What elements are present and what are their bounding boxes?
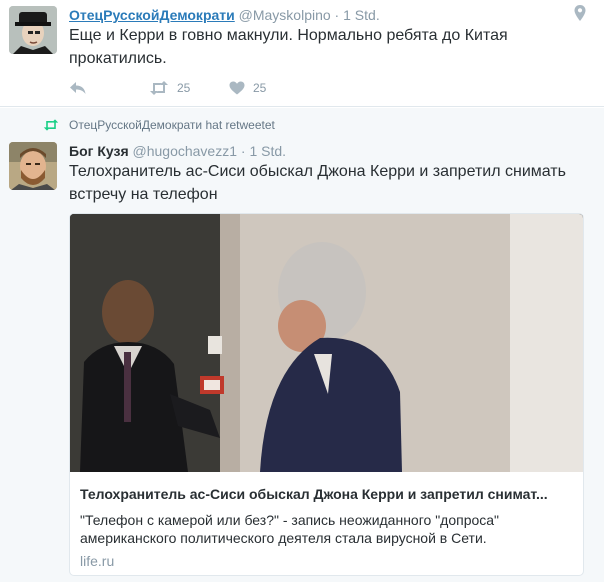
retweet-button[interactable]: 25 — [149, 81, 229, 95]
avatar[interactable] — [9, 6, 57, 54]
tweet-text: Телохранитель ас-Сиси обыскал Джона Керр… — [69, 160, 589, 206]
timestamp[interactable]: 1 Std. — [343, 7, 380, 23]
author-handle[interactable]: @hugochavezz1 — [133, 143, 238, 159]
card-photo — [70, 214, 583, 472]
avatar-image — [9, 142, 57, 190]
card-title[interactable]: Телохранитель ас-Сиси обыскал Джона Керр… — [80, 485, 575, 503]
tweet-text: Еще и Керри в говно макнули. Нормально р… — [69, 24, 589, 70]
separator: · — [330, 7, 344, 23]
reply-icon — [70, 82, 86, 94]
retweet-context-text[interactable]: ОтецРусскойДемократи hat retweetet — [69, 118, 275, 132]
tweet-text-line: Еще и Керри в говно макнули. Нормально р… — [69, 27, 508, 44]
card-description: "Телефон с камерой или без?" - запись не… — [80, 512, 500, 546]
author-name[interactable]: ОтецРусскойДемократи — [69, 7, 235, 23]
link-card[interactable]: Телохранитель ас-Сиси обыскал Джона Керр… — [69, 213, 584, 576]
card-image[interactable] — [70, 214, 583, 472]
tweet-text-line: прокатились. — [69, 50, 167, 67]
like-count: 25 — [253, 81, 267, 95]
timestamp[interactable]: 1 Std. — [249, 143, 286, 159]
tweet-actions: 25 25 — [69, 78, 309, 98]
card-domain[interactable]: life.ru — [80, 552, 575, 570]
card-body[interactable]: Телохранитель ас-Сиси обыскал Джона Керр… — [80, 485, 575, 570]
separator: · — [237, 143, 250, 159]
retweet-icon — [150, 81, 168, 95]
avatar[interactable] — [9, 142, 57, 190]
reply-button[interactable] — [69, 81, 149, 95]
like-button[interactable]: 25 — [229, 81, 309, 95]
author-handle[interactable]: @Mayskolpino — [239, 7, 331, 23]
retweet-count: 25 — [177, 81, 191, 95]
tweet-header: ОтецРусскойДемократи @Mayskolpino · 1 St… — [69, 6, 380, 24]
tweet-header: Бог Кузя @hugochavezz1 · 1 Std. — [69, 142, 286, 160]
tweet-text-line: встречу на телефон — [69, 186, 218, 203]
avatar-image — [9, 6, 57, 54]
retweet-context: ОтецРусскойДемократи hat retweetet — [43, 118, 275, 132]
author-name[interactable]: Бог Кузя — [69, 143, 129, 159]
tweet-1[interactable]: ОтецРусскойДемократи @Mayskolpino · 1 St… — [0, 0, 604, 107]
tweet-text-line: Телохранитель ас-Сиси обыскал Джона Керр… — [69, 163, 566, 180]
retweet-icon — [43, 119, 59, 131]
location-pin-icon[interactable] — [573, 4, 587, 22]
heart-icon — [229, 81, 245, 95]
